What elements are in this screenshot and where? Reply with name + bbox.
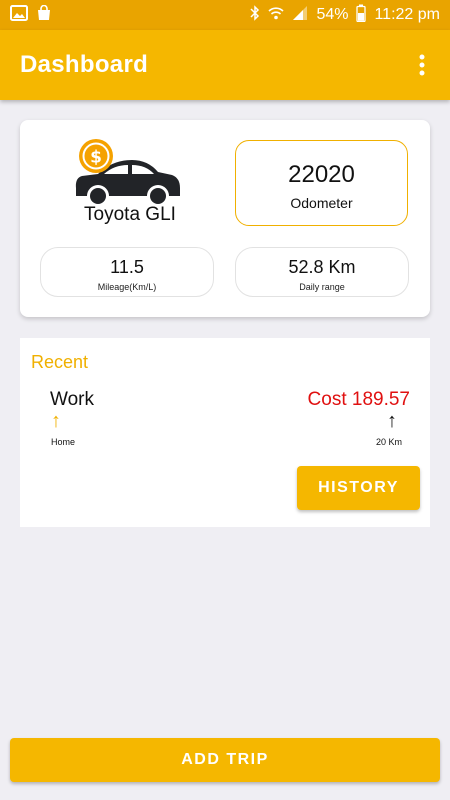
daily-range-box: 52.8 Km Daily range — [235, 247, 409, 297]
bluetooth-icon — [250, 4, 260, 26]
trip-destination: Work — [50, 389, 94, 410]
page-title: Dashboard — [20, 51, 149, 78]
app-bar: Dashboard — [0, 30, 450, 100]
wifi-icon — [268, 5, 284, 26]
trip-origin: Home — [51, 437, 76, 447]
battery-icon — [356, 4, 367, 27]
recent-trip-card: Recent Work Cost 189.57 ↑ ↑ Home 20 Km H… — [20, 338, 430, 527]
more-vert-icon[interactable] — [412, 50, 432, 80]
vehicle-summary-card: $ Toyota GLI 22020 Odometer 11.5 Mileage… — [20, 120, 430, 317]
bag-icon — [36, 4, 52, 26]
status-bar: 54% 11:22 pm — [0, 0, 450, 30]
status-time: 11:22 pm — [374, 6, 440, 23]
add-trip-button[interactable]: ADD TRIP — [10, 738, 440, 782]
battery-percent: 54% — [316, 6, 349, 23]
trip-distance: 20 Km — [375, 437, 402, 447]
mileage-label: Mileage(Km/L) — [97, 282, 157, 292]
mileage-value: 11.5 — [110, 257, 144, 277]
status-left-icons — [10, 4, 52, 26]
odometer-label: Odometer — [290, 195, 353, 211]
signal-icon — [292, 5, 308, 26]
mileage-box: 11.5 Mileage(Km/L) — [40, 247, 214, 297]
daily-range-label: Daily range — [299, 282, 345, 292]
status-right-icons: 54% 11:22 pm — [250, 4, 440, 27]
recent-title: Recent — [31, 352, 89, 372]
trip-cost: Cost 189.57 — [307, 389, 410, 410]
odometer-value: 22020 — [288, 161, 355, 188]
history-button[interactable]: HISTORY — [297, 466, 420, 510]
daily-range-value: 52.8 Km — [288, 257, 356, 277]
arrow-up-icon: ↑ — [51, 410, 61, 432]
svg-text:$: $ — [90, 148, 102, 168]
odometer-box[interactable]: 22020 Odometer — [235, 140, 408, 226]
image-icon — [10, 4, 28, 26]
car-name: Toyota GLI — [84, 204, 176, 225]
arrow-up-icon: ↑ — [387, 410, 397, 432]
car-coin-icon: $ — [72, 138, 184, 248]
